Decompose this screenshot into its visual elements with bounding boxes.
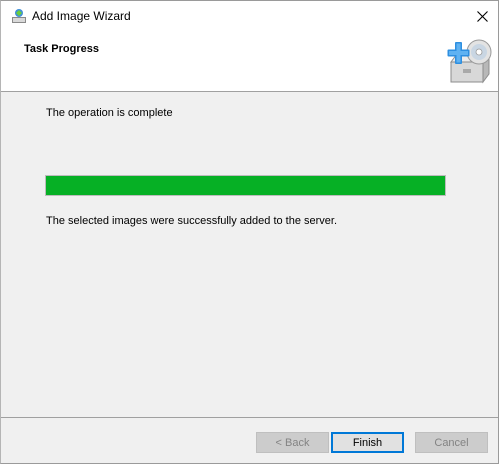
progress-fill [46,176,445,195]
wizard-header: Task Progress [1,32,498,92]
finish-button[interactable]: Finish [331,432,404,453]
cancel-button[interactable]: Cancel [415,432,488,453]
window-title: Add Image Wizard [32,9,131,23]
add-image-disk-icon [441,36,493,88]
title-bar[interactable]: Add Image Wizard [1,1,498,32]
page-title: Task Progress [24,43,100,55]
close-icon [476,11,488,22]
progress-bar [45,175,446,196]
close-button[interactable] [465,1,498,32]
status-text: The operation is complete [46,107,173,119]
wizard-footer: < Back Finish Cancel [1,418,498,463]
result-text: The selected images were successfully ad… [46,215,338,227]
back-button[interactable]: < Back [256,432,329,453]
wds-wizard-icon [11,8,27,24]
add-image-wizard-window: Add Image Wizard Task Progress The opera… [0,0,499,464]
wizard-content: The operation is complete The selected i… [1,92,498,417]
